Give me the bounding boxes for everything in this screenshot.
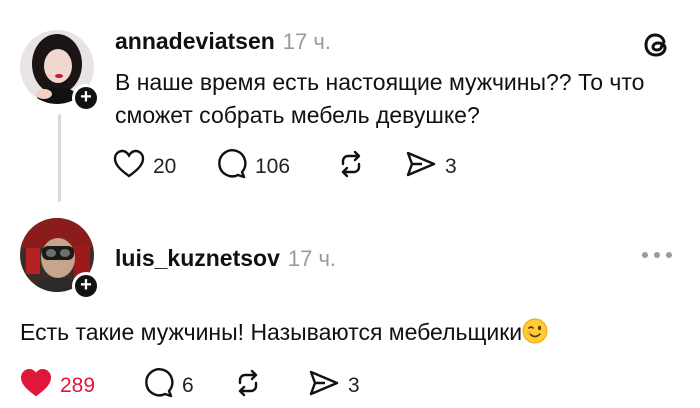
comment-count: 6 xyxy=(182,373,194,397)
heart-icon xyxy=(20,368,52,403)
repost-icon xyxy=(335,148,367,185)
post1-header: annadeviatsen 17 ч. xyxy=(115,28,331,55)
repost-button[interactable] xyxy=(335,148,405,185)
share-icon xyxy=(405,149,437,184)
post1-text: В наше время есть настоящие мужчины?? То… xyxy=(115,69,645,128)
post1-username[interactable]: annadeviatsen xyxy=(115,28,275,54)
post2-text: Есть такие мужчины! Называются мебельщик… xyxy=(20,319,523,345)
winking-face-emoji xyxy=(522,318,548,353)
share-icon xyxy=(308,368,340,403)
share-count: 3 xyxy=(445,154,457,178)
thread-line xyxy=(58,114,61,202)
post1-actions: 20 106 3 xyxy=(113,148,457,185)
like-button[interactable]: 289 xyxy=(20,368,142,403)
more-icon[interactable] xyxy=(640,247,674,265)
post2-header: luis_kuznetsov 17 ч. xyxy=(115,245,336,272)
follow-plus-icon[interactable]: + xyxy=(72,272,100,300)
follow-plus-icon[interactable]: + xyxy=(72,84,100,112)
threads-logo-icon[interactable] xyxy=(640,28,674,67)
post2-time: 17 ч. xyxy=(287,246,337,271)
like-count: 20 xyxy=(153,154,177,178)
comment-button[interactable]: 106 xyxy=(215,148,335,185)
heart-icon xyxy=(113,149,145,184)
repost-button[interactable] xyxy=(232,367,308,404)
post2-username[interactable]: luis_kuznetsov xyxy=(115,245,280,271)
comment-count: 106 xyxy=(255,154,291,178)
share-count: 3 xyxy=(348,373,360,397)
like-count: 289 xyxy=(60,373,96,397)
comment-button[interactable]: 6 xyxy=(142,367,232,404)
share-button[interactable]: 3 xyxy=(308,368,360,403)
comment-icon xyxy=(215,148,247,185)
post1-time: 17 ч. xyxy=(282,29,331,54)
post2-text-row: Есть такие мужчины! Называются мебельщик… xyxy=(20,316,680,353)
share-button[interactable]: 3 xyxy=(405,149,457,184)
like-button[interactable]: 20 xyxy=(113,149,215,184)
comment-icon xyxy=(142,367,174,404)
repost-icon xyxy=(232,367,264,404)
post2-actions: 289 6 3 xyxy=(20,367,360,404)
